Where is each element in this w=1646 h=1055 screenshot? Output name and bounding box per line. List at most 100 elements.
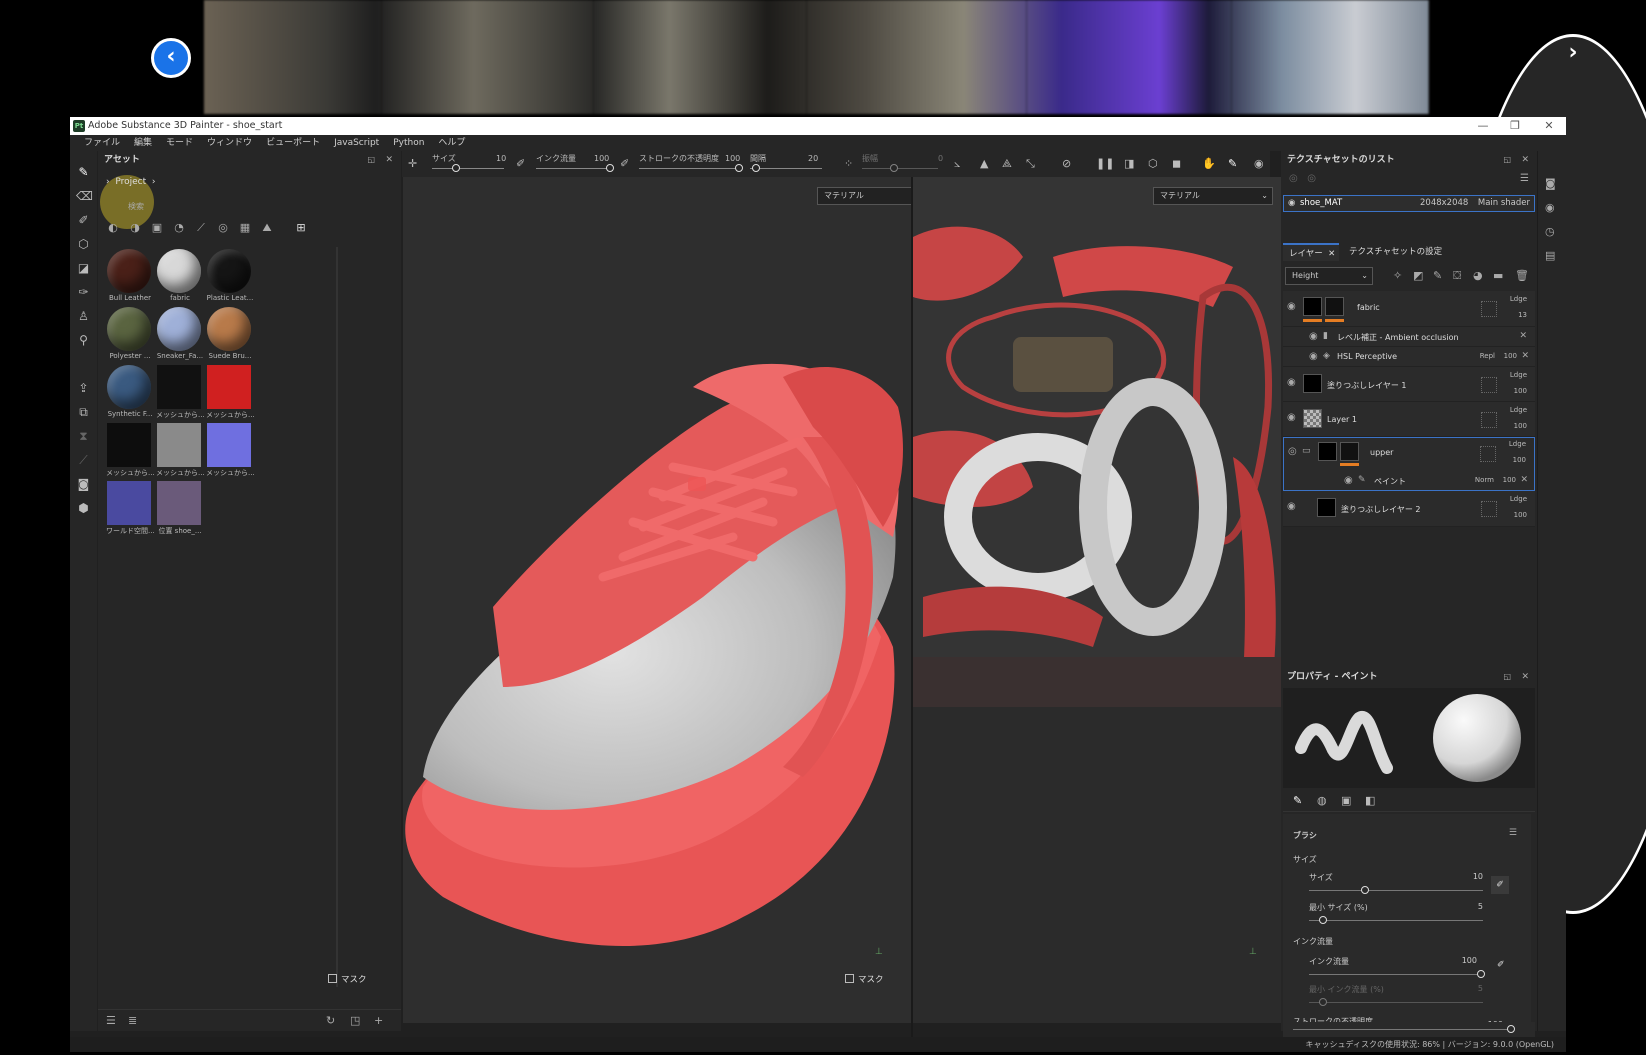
- prop-opacity-track[interactable]: [1293, 1029, 1513, 1030]
- eye-icon[interactable]: ◉: [1287, 301, 1296, 312]
- close-icon-3[interactable]: ✕: [1521, 668, 1529, 686]
- pressure-toggle-icon-2[interactable]: ✐: [1497, 960, 1505, 970]
- prop-min-size-track[interactable]: [1309, 920, 1483, 921]
- layer-row-fabric[interactable]: ◉ fabric Ldge 13: [1283, 291, 1535, 327]
- prop-min-size-knob[interactable]: [1319, 916, 1327, 924]
- effect-name[interactable]: ペイント: [1374, 476, 1406, 487]
- prop-size-track[interactable]: [1309, 890, 1483, 891]
- add-icon[interactable]: +: [374, 1014, 383, 1027]
- asset-tile[interactable]: Suede Bru...: [206, 307, 252, 365]
- screenshot-camera-icon[interactable]: ◉: [1254, 157, 1264, 170]
- layer-row-layer-1[interactable]: ◉ Layer 1 Ldge 100: [1283, 402, 1535, 437]
- filter-brushes-icon[interactable]: ⟋: [194, 221, 208, 235]
- eye-icon[interactable]: ◉: [1287, 377, 1296, 388]
- cube-icon[interactable]: ⬡: [1148, 157, 1158, 170]
- menu-window[interactable]: ウィンドウ: [200, 135, 259, 151]
- asset-tile[interactable]: Bull Leather: [106, 249, 152, 307]
- tab-texture-set-settings[interactable]: テクスチャセットの設定: [1343, 243, 1442, 261]
- flow-knob[interactable]: [606, 164, 614, 172]
- camera-icon[interactable]: ◙: [76, 477, 91, 492]
- lazy-mouse-icon[interactable]: ⦣: [954, 157, 960, 171]
- menu-viewport[interactable]: ビューポート: [259, 135, 327, 151]
- layer-opacity[interactable]: 100: [1514, 511, 1527, 519]
- viewport-2d-mask-toggle[interactable]: マスク: [845, 973, 884, 985]
- remove-effect-icon[interactable]: ✕: [1521, 351, 1529, 361]
- refresh-icon[interactable]: ↻: [326, 1014, 335, 1027]
- projection-icon[interactable]: ✐: [76, 213, 91, 228]
- float-icon[interactable]: ◱: [367, 151, 375, 169]
- size-knob[interactable]: [452, 164, 460, 172]
- asset-tile[interactable]: メッシュから...: [156, 423, 204, 481]
- asset-tile[interactable]: 位置 shoe_...: [156, 481, 202, 539]
- filter-masks-icon[interactable]: ▣: [150, 221, 164, 235]
- display-settings-icon[interactable]: ◉: [1545, 201, 1555, 214]
- bake-icon[interactable]: ⧉: [76, 405, 91, 420]
- effect-row-hsl[interactable]: ◉ ◈ HSL Perceptive Repl 100 ✕: [1283, 347, 1535, 367]
- color-picker-icon[interactable]: ⚲: [76, 333, 91, 348]
- eye-icon[interactable]: ◉: [1309, 351, 1318, 362]
- filter-environments-icon[interactable]: ⛰: [260, 221, 274, 235]
- layer-blend-mode[interactable]: Ldge: [1510, 371, 1527, 379]
- layer-blend-mode[interactable]: Ldge: [1510, 406, 1527, 414]
- minimize-button[interactable]: —: [1466, 117, 1500, 135]
- prop-min-size-value[interactable]: 5: [1453, 902, 1483, 911]
- eye-icon[interactable]: ◎: [1288, 446, 1297, 457]
- menu-help[interactable]: ヘルプ: [431, 135, 472, 151]
- viewport-3d-mask-toggle[interactable]: マスク: [328, 973, 367, 985]
- effect-name[interactable]: レベル補正 - Ambient occlusion: [1337, 332, 1459, 343]
- eye-icon[interactable]: ◉: [1287, 501, 1296, 512]
- grid-view-icon[interactable]: ⊞: [294, 221, 308, 235]
- maximize-button[interactable]: ❐: [1498, 117, 1532, 135]
- asset-tile[interactable]: メッシュから...: [156, 365, 204, 423]
- layer-name[interactable]: Layer 1: [1327, 415, 1357, 424]
- jitter-value[interactable]: 0: [938, 154, 943, 163]
- layer-name[interactable]: 塗りつぶしレイヤー 2: [1341, 504, 1420, 515]
- spacing-knob[interactable]: [752, 164, 760, 172]
- mask-thumbnail[interactable]: [1325, 297, 1344, 316]
- log-icon[interactable]: ▤: [1545, 249, 1555, 262]
- sort-icon[interactable]: ☰: [106, 1014, 116, 1027]
- prop-opacity-knob[interactable]: [1507, 1025, 1515, 1033]
- eye-icon[interactable]: ◉: [1344, 475, 1353, 486]
- filter-smart-materials-icon[interactable]: ◑: [128, 221, 142, 235]
- menu-icon[interactable]: ☰: [1520, 173, 1529, 184]
- effect-name[interactable]: HSL Perceptive: [1337, 352, 1397, 361]
- alpha-tab-icon[interactable]: ◍: [1317, 794, 1327, 807]
- list-icon[interactable]: ≣: [128, 1014, 137, 1027]
- prop-size-knob[interactable]: [1361, 886, 1369, 894]
- smudge-icon[interactable]: ✑: [76, 285, 91, 300]
- layer-blend-mode[interactable]: Ldge: [1510, 495, 1527, 503]
- material-tab-icon[interactable]: ◧: [1365, 794, 1375, 807]
- thumbnail-strip[interactable]: [204, 0, 1429, 114]
- prev-arrow-button[interactable]: ‹: [151, 38, 191, 78]
- paint-mode-icon[interactable]: ✎: [1228, 157, 1237, 170]
- jitter-icon[interactable]: ⁘: [844, 157, 853, 170]
- import-icon[interactable]: ◳: [350, 1014, 360, 1027]
- texture-set-row[interactable]: ◉ shoe_MAT 2048x2048 Main shader: [1283, 195, 1535, 212]
- layer-name[interactable]: fabric: [1357, 303, 1380, 312]
- remove-effect-icon[interactable]: ✕: [1520, 475, 1528, 485]
- eye-icon[interactable]: ◉: [1288, 196, 1295, 211]
- stencil-tab-icon[interactable]: ▣: [1341, 794, 1351, 807]
- float-icon-2[interactable]: ◱: [1503, 151, 1511, 169]
- asset-tile[interactable]: ワールド空間...: [106, 481, 154, 539]
- asset-tile[interactable]: メッシュから...: [206, 365, 254, 423]
- delete-icon[interactable]: 🗑: [1515, 269, 1529, 282]
- asset-tile[interactable]: fabric: [156, 249, 202, 307]
- prop-flow-value[interactable]: 100: [1447, 956, 1477, 965]
- brush-tab-icon[interactable]: ✎: [1293, 794, 1302, 807]
- layer-blend-mode[interactable]: Ldge: [1509, 440, 1526, 448]
- asset-tile[interactable]: Polyester ...: [106, 307, 152, 365]
- spacing-value[interactable]: 20: [808, 154, 818, 163]
- layer-blend-mode[interactable]: Ldge: [1510, 295, 1527, 303]
- eye-icon[interactable]: ◉: [1287, 412, 1296, 423]
- video-camera-icon[interactable]: ◼: [1172, 157, 1181, 170]
- tiling-icon[interactable]: ⟁: [1002, 157, 1012, 171]
- hand-icon[interactable]: ✋: [1202, 157, 1216, 170]
- symmetry-icon[interactable]: ✛: [408, 157, 417, 170]
- filter-textures-icon[interactable]: ▦: [238, 221, 252, 235]
- layer-row-upper-folder[interactable]: ◎ ▭ upper Ldge 100 ◉ ✎ ペイント Norm 100 ✕: [1283, 437, 1535, 491]
- history-icon[interactable]: ◷: [1545, 225, 1555, 238]
- add-folder-icon[interactable]: ▬: [1493, 269, 1503, 282]
- filter-materials-icon[interactable]: ◐: [106, 221, 120, 235]
